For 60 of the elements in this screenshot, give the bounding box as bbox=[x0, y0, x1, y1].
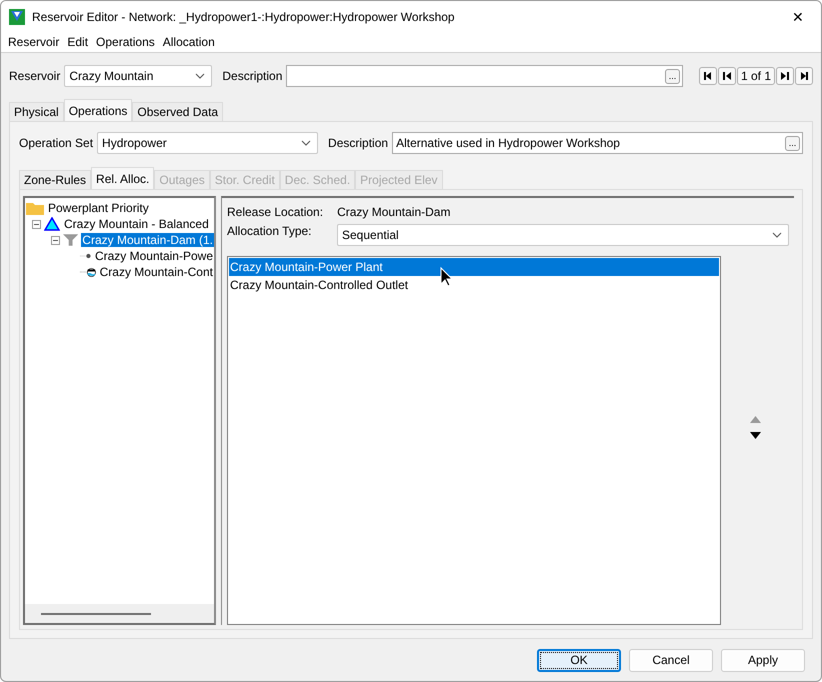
description-field[interactable]: ... bbox=[286, 65, 683, 87]
skip-last-icon bbox=[799, 71, 809, 81]
release-location: Crazy Mountain-Dam bbox=[337, 205, 450, 219]
tab[interactable]: Operations bbox=[64, 99, 132, 121]
menu-item[interactable]: Reservoir bbox=[4, 35, 64, 49]
tab[interactable]: Zone-Rules bbox=[19, 170, 92, 189]
triangle-icon bbox=[44, 217, 60, 231]
chevron-down-icon bbox=[772, 232, 782, 238]
prev-icon bbox=[722, 71, 732, 81]
horizontal-scrollbar[interactable] bbox=[25, 604, 214, 623]
tree-connector bbox=[80, 271, 87, 273]
list-item[interactable]: Crazy Mountain-Power Plant bbox=[229, 258, 719, 276]
field-label: Release Location: bbox=[227, 205, 324, 219]
field-label: Allocation Type: bbox=[227, 224, 312, 238]
close-button[interactable]: ✕ bbox=[775, 1, 821, 32]
field-label: Description bbox=[222, 69, 282, 83]
description-field[interactable]: Alternative used in Hydropower Workshop ... bbox=[392, 132, 803, 154]
browse-button[interactable]: ... bbox=[664, 68, 680, 84]
last-record-button[interactable] bbox=[795, 67, 813, 85]
tree-connector bbox=[80, 255, 86, 257]
folder-icon bbox=[26, 202, 44, 214]
menu-item[interactable]: Allocation bbox=[158, 35, 219, 49]
record-position[interactable]: 1 of 1 bbox=[736, 67, 775, 85]
previous-record-button[interactable] bbox=[718, 67, 736, 85]
chevron-down-icon bbox=[195, 73, 206, 79]
menu-item[interactable]: Operations bbox=[92, 35, 159, 49]
next-record-button[interactable] bbox=[776, 67, 794, 85]
operation-set-dropdown[interactable]: Hydropower bbox=[97, 132, 318, 154]
menu-item[interactable]: Edit bbox=[63, 35, 92, 49]
outlet-icon bbox=[86, 266, 96, 278]
move-down-button[interactable] bbox=[748, 430, 762, 442]
tree-item[interactable]: Crazy Mountain-Cont bbox=[98, 265, 214, 279]
next-icon bbox=[780, 71, 790, 81]
tab[interactable]: Observed Data bbox=[132, 102, 224, 121]
tree-item[interactable]: Crazy Mountain-Powe bbox=[94, 249, 214, 263]
window-title: Reservoir Editor - Network: _Hydropower1-:Hydropower:Hydropower Workshop bbox=[32, 10, 456, 24]
dot-icon bbox=[86, 252, 91, 260]
dialog-button[interactable]: Cancel bbox=[629, 648, 713, 672]
browse-button[interactable]: ... bbox=[785, 136, 800, 150]
tree-item[interactable]: Crazy Mountain-Dam (1. bbox=[81, 233, 214, 247]
field-label: Reservoir bbox=[9, 69, 60, 83]
field-label: Description bbox=[328, 136, 388, 150]
first-record-button[interactable] bbox=[698, 67, 717, 85]
app-icon bbox=[9, 8, 25, 24]
reservoir-dropdown[interactable]: Crazy Mountain bbox=[64, 65, 212, 87]
expander-icon[interactable] bbox=[32, 220, 41, 228]
chevron-down-icon bbox=[301, 140, 312, 146]
expander-icon[interactable] bbox=[51, 236, 60, 244]
pointer-icon bbox=[440, 267, 453, 287]
allocation-type-dropdown[interactable]: Sequential bbox=[337, 224, 789, 246]
field-label: Operation Set bbox=[19, 136, 94, 150]
dialog-button[interactable]: OK bbox=[537, 648, 621, 672]
dialog-button[interactable]: Apply bbox=[721, 648, 805, 672]
funnel-icon bbox=[63, 234, 78, 246]
tree-item[interactable]: Crazy Mountain - Balanced bbox=[63, 217, 210, 231]
tab[interactable]: Rel. Alloc. bbox=[91, 167, 154, 189]
tree-item[interactable]: Powerplant Priority bbox=[47, 201, 150, 215]
skip-first-icon bbox=[702, 71, 713, 81]
list-item[interactable]: Crazy Mountain-Controlled Outlet bbox=[229, 276, 719, 294]
tab[interactable]: Physical bbox=[9, 102, 64, 121]
